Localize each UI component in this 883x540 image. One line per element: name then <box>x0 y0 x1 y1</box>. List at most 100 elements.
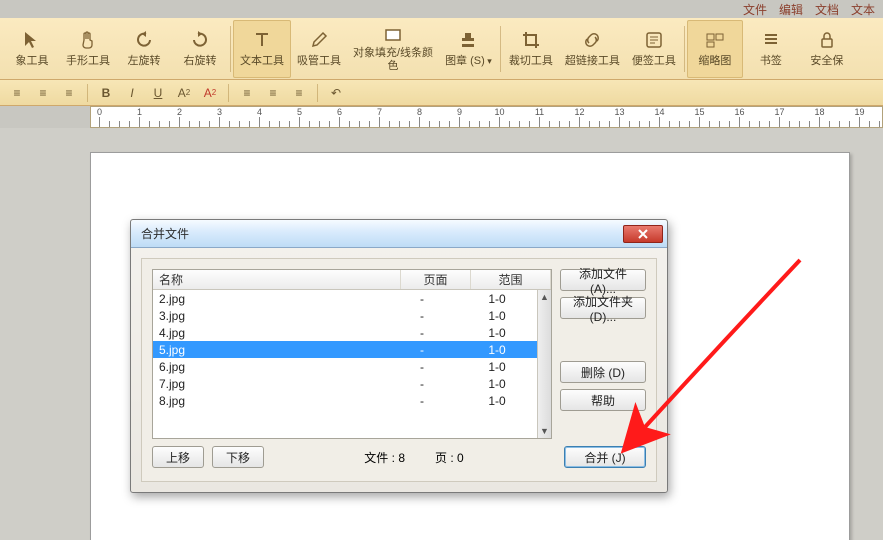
menu-文档[interactable]: 文档 <box>815 1 839 18</box>
ribbon-label: 右旋转 <box>184 52 217 68</box>
cell-name: 3.jpg <box>153 309 387 323</box>
ribbon-link[interactable]: 超链接工具 <box>559 20 626 78</box>
menu-文件[interactable]: 文件 <box>743 1 767 18</box>
cell-name: 7.jpg <box>153 377 387 391</box>
move-up-button[interactable]: 上移 <box>152 446 204 468</box>
ribbon-label: 安全保 <box>810 52 843 68</box>
cursor-icon <box>22 30 42 50</box>
ribbon-stamp[interactable]: 图章 (S) ▾ <box>439 20 498 78</box>
cell-pages: - <box>387 343 457 357</box>
align-right-icon[interactable]: ≡ <box>58 83 80 103</box>
rotr-icon <box>190 30 210 50</box>
cell-pages: - <box>387 394 457 408</box>
rect-icon <box>383 25 403 45</box>
ribbon-hand[interactable]: 手形工具 <box>60 20 116 78</box>
file-count: 文件 : 8 <box>364 449 405 466</box>
close-icon <box>637 229 649 239</box>
cell-name: 5.jpg <box>153 343 387 357</box>
table-row[interactable]: 5.jpg-1-0 <box>153 341 537 358</box>
italic-button[interactable]: I <box>121 83 143 103</box>
align-left-icon[interactable]: ≡ <box>6 83 28 103</box>
cell-range: 1-0 <box>457 360 537 374</box>
text-icon <box>252 30 272 50</box>
cell-range: 1-0 <box>457 309 537 323</box>
format-toolbar: ≡ ≡ ≡ B I U A2 A2 ≡ ≡ ≡ ↶ <box>0 80 883 106</box>
scroll-up-icon[interactable]: ▲ <box>538 290 551 304</box>
cell-name: 6.jpg <box>153 360 387 374</box>
col-pages[interactable]: 页面 <box>401 270 471 289</box>
ribbon-label: 象工具 <box>16 52 49 68</box>
cell-pages: - <box>387 326 457 340</box>
close-button[interactable] <box>623 225 663 243</box>
align-center-icon[interactable]: ≡ <box>32 83 54 103</box>
ribbon-crop[interactable]: 裁切工具 <box>503 20 559 78</box>
subscript-button[interactable]: A2 <box>199 83 221 103</box>
cell-range: 1-0 <box>457 292 537 306</box>
ruler: 01234567891011121314151617181920 <box>90 106 883 128</box>
file-list[interactable]: 名称 页面 范围 2.jpg-1-03.jpg-1-04.jpg-1-05.jp… <box>152 269 552 439</box>
ribbon-eyedrop[interactable]: 吸管工具 <box>291 20 347 78</box>
table-row[interactable]: 3.jpg-1-0 <box>153 307 537 324</box>
ribbon-rect[interactable]: 对象填充/线条颜 色 <box>347 20 439 78</box>
merge-button[interactable]: 合并 (J) <box>564 446 646 468</box>
menu-编辑[interactable]: 编辑 <box>779 1 803 18</box>
col-range[interactable]: 范围 <box>471 270 551 289</box>
ribbon-label: 对象填充/线条颜 色 <box>353 47 433 71</box>
bold-button[interactable]: B <box>95 83 117 103</box>
table-row[interactable]: 2.jpg-1-0 <box>153 290 537 307</box>
ribbon-bookmark[interactable]: 书签 <box>743 20 799 78</box>
ribbon-rotr[interactable]: 右旋转 <box>172 20 228 78</box>
table-row[interactable]: 8.jpg-1-0 <box>153 392 537 409</box>
ribbon-label: 缩略图 <box>698 52 731 68</box>
rotl-icon <box>134 30 154 50</box>
col-name[interactable]: 名称 <box>153 270 401 289</box>
justify-left-icon[interactable]: ≡ <box>236 83 258 103</box>
bookmark-icon <box>761 30 781 50</box>
cell-pages: - <box>387 309 457 323</box>
ribbon-cursor[interactable]: 象工具 <box>4 20 60 78</box>
lock-icon <box>817 30 837 50</box>
note-icon <box>644 30 664 50</box>
stamp-icon <box>458 30 478 50</box>
cell-name: 2.jpg <box>153 292 387 306</box>
ribbon-label: 左旋转 <box>128 52 161 68</box>
ribbon-label: 书签 <box>760 52 782 68</box>
delete-button[interactable]: 删除 (D) <box>560 361 646 383</box>
ribbon-thumb[interactable]: 缩略图 <box>687 20 743 78</box>
ribbon-label: 文本工具 <box>240 52 284 68</box>
scrollbar[interactable]: ▲ ▼ <box>537 290 551 438</box>
crop-icon <box>521 30 541 50</box>
justify-center-icon[interactable]: ≡ <box>262 83 284 103</box>
superscript-button[interactable]: A2 <box>173 83 195 103</box>
ribbon-rotl[interactable]: 左旋转 <box>116 20 172 78</box>
table-row[interactable]: 4.jpg-1-0 <box>153 324 537 341</box>
ribbon-text[interactable]: 文本工具 <box>233 20 291 78</box>
cell-range: 1-0 <box>457 343 537 357</box>
ribbon-label: 手形工具 <box>66 52 110 68</box>
menu-文本[interactable]: 文本 <box>851 1 875 18</box>
ribbon-note[interactable]: 便签工具 <box>626 20 682 78</box>
undo-button[interactable]: ↶ <box>325 83 347 103</box>
scroll-down-icon[interactable]: ▼ <box>538 424 551 438</box>
dialog-titlebar[interactable]: 合并文件 <box>131 220 667 248</box>
cell-pages: - <box>387 292 457 306</box>
help-button[interactable]: 帮助 <box>560 389 646 411</box>
add-file-button[interactable]: 添加文件 (A)... <box>560 269 646 291</box>
cell-pages: - <box>387 377 457 391</box>
cell-range: 1-0 <box>457 326 537 340</box>
hand-icon <box>78 30 98 50</box>
underline-button[interactable]: U <box>147 83 169 103</box>
table-row[interactable]: 6.jpg-1-0 <box>153 358 537 375</box>
table-row[interactable]: 7.jpg-1-0 <box>153 375 537 392</box>
move-down-button[interactable]: 下移 <box>212 446 264 468</box>
merge-files-dialog: 合并文件 名称 页面 范围 2.jpg-1-03.jpg-1-04.jpg-1-… <box>130 219 668 493</box>
cell-range: 1-0 <box>457 377 537 391</box>
add-folder-button[interactable]: 添加文件夹 (D)... <box>560 297 646 319</box>
eyedrop-icon <box>309 30 329 50</box>
justify-right-icon[interactable]: ≡ <box>288 83 310 103</box>
cell-name: 8.jpg <box>153 394 387 408</box>
cell-pages: - <box>387 360 457 374</box>
page-count: 页 : 0 <box>435 449 464 466</box>
ribbon-lock[interactable]: 安全保 <box>799 20 855 78</box>
ribbon-label: 便签工具 <box>632 52 676 68</box>
